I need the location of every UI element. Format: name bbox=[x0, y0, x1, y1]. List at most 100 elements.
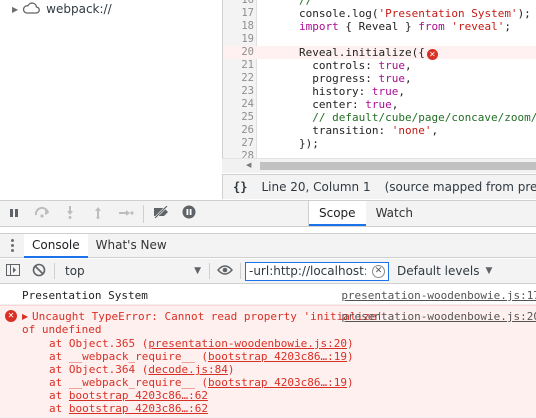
sidebar-toggle-icon bbox=[6, 263, 20, 279]
line-number[interactable]: 27 bbox=[223, 137, 254, 150]
line-number[interactable]: 23 bbox=[223, 85, 254, 98]
line-number[interactable]: 25 bbox=[223, 111, 254, 124]
pause-on-exceptions-button[interactable] bbox=[175, 201, 203, 226]
clear-filter-icon[interactable]: ✕ bbox=[372, 264, 385, 278]
drawer-menu-icon[interactable] bbox=[0, 239, 24, 252]
line-number[interactable]: 19 bbox=[223, 33, 254, 46]
stack-frame: at bootstrap 4203c86…:62 bbox=[49, 402, 208, 415]
scroll-left-icon[interactable]: ◀ bbox=[246, 161, 251, 169]
source-mapped-link[interactable]: (source mapped from presentation-woodenb… bbox=[385, 180, 536, 194]
expand-error-icon[interactable]: ▶ bbox=[22, 312, 28, 321]
code-line[interactable]: 26 transition: 'none', bbox=[223, 124, 536, 137]
stack-frame-link[interactable]: bootstrap 4203c86…:62 bbox=[69, 402, 208, 415]
code-line[interactable]: 23 history: true, bbox=[223, 85, 536, 98]
stack-frame: at Object.364 (decode.js:84) bbox=[49, 363, 235, 376]
step-into-button[interactable] bbox=[56, 201, 84, 226]
error-text-cont: of undefined bbox=[22, 323, 102, 336]
live-expression-button[interactable] bbox=[212, 259, 238, 283]
step-button[interactable] bbox=[112, 201, 140, 226]
code-text: // default/cube/page/concave/zoom/ bbox=[299, 111, 536, 124]
tree-item-webpack[interactable]: ▶ webpack:// bbox=[12, 0, 112, 18]
tab-scope[interactable]: Scope bbox=[309, 201, 366, 226]
line-number[interactable]: 21 bbox=[223, 59, 254, 72]
stack-frame: at __webpack_require__ (bootstrap 4203c8… bbox=[49, 376, 354, 389]
dropdown-arrow-icon: ▼ bbox=[485, 266, 493, 276]
code-line[interactable]: 24 center: true, bbox=[223, 98, 536, 111]
line-number[interactable]: 26 bbox=[223, 124, 254, 137]
dropdown-arrow-icon: ▼ bbox=[194, 266, 201, 276]
stack-frame-link[interactable]: presentation-woodenbowie.js:20 bbox=[148, 337, 347, 350]
log-text: Presentation System bbox=[22, 289, 148, 302]
line-number[interactable]: 20 bbox=[223, 46, 254, 59]
console-error-message[interactable]: ✕ ▶ Uncaught TypeError: Cannot read prop… bbox=[0, 305, 536, 418]
editor-horizontal-scrollbar[interactable]: ◀ bbox=[222, 158, 536, 173]
code-text: }); bbox=[299, 137, 319, 150]
pause-icon bbox=[9, 207, 19, 221]
show-sidebar-button[interactable] bbox=[0, 259, 26, 283]
code-line[interactable]: 27}); bbox=[223, 137, 536, 150]
log-levels-dropdown[interactable]: Default levels ▼ bbox=[397, 264, 492, 278]
tab-watch[interactable]: Watch bbox=[366, 201, 423, 226]
levels-label: Default levels bbox=[397, 264, 480, 278]
code-text: controls: true, bbox=[299, 59, 412, 72]
error-source-link[interactable]: presentation-woodenbowie.js:20 bbox=[341, 310, 536, 323]
line-number[interactable]: 24 bbox=[223, 98, 254, 111]
code-line[interactable]: 20 Reveal.initialize({✕ bbox=[223, 46, 536, 60]
stack-frame-link[interactable]: decode.js:84 bbox=[148, 363, 227, 376]
drawer-tabbar: Console What's New bbox=[0, 233, 536, 258]
filter-field[interactable] bbox=[246, 264, 366, 278]
clear-icon bbox=[32, 263, 46, 280]
line-number[interactable]: 17 bbox=[223, 7, 254, 20]
code-line[interactable]: 22 progress: true, bbox=[223, 72, 536, 85]
stack-frame-link[interactable]: bootstrap 4203c86…:19 bbox=[208, 350, 347, 363]
deactivate-breakpoints-button[interactable] bbox=[147, 201, 175, 226]
code-text: progress: true, bbox=[299, 72, 412, 85]
stack-frame: at Object.365 (presentation-woodenbowie.… bbox=[49, 337, 354, 350]
console-messages: Presentation System presentation-woodenb… bbox=[0, 285, 536, 418]
line-number[interactable]: 22 bbox=[223, 72, 254, 85]
code-text: center: true, bbox=[299, 98, 399, 111]
step-out-button[interactable] bbox=[84, 201, 112, 226]
console-toolbar: top ▼ ✕ Default levels ▼ bbox=[0, 259, 536, 284]
tab-console[interactable]: Console bbox=[24, 233, 88, 258]
step-into-icon bbox=[65, 205, 75, 222]
code-text: history: true, bbox=[299, 85, 405, 98]
code-line[interactable]: 19 bbox=[223, 33, 536, 46]
error-icon: ✕ bbox=[5, 310, 17, 322]
code-line[interactable]: 18 import { Reveal } from 'reveal'; bbox=[223, 20, 536, 33]
deactivate-breakpoints-icon bbox=[152, 205, 170, 221]
source-editor[interactable]: 16 // 17 console.log('Presentation System')… bbox=[222, 0, 536, 173]
step-over-button[interactable] bbox=[28, 201, 56, 226]
context-value: top bbox=[65, 264, 85, 278]
pause-button[interactable] bbox=[0, 201, 28, 226]
toolbar-separator bbox=[240, 263, 241, 279]
scrollbar-thumb[interactable] bbox=[260, 162, 536, 170]
line-number[interactable]: 18 bbox=[223, 20, 254, 33]
expand-arrow-icon[interactable]: ▶ bbox=[12, 5, 18, 14]
code-text: transition: 'none', bbox=[299, 124, 439, 137]
debugger-toolbar bbox=[0, 200, 308, 227]
code-line[interactable]: 16 // bbox=[223, 0, 536, 7]
line-number[interactable]: 16 bbox=[223, 0, 254, 7]
tab-whats-new[interactable]: What's New bbox=[88, 234, 175, 258]
context-selector[interactable]: top ▼ bbox=[57, 264, 207, 278]
log-source-link[interactable]: presentation-woodenbowie.js:17 bbox=[341, 289, 536, 302]
sidebar-tabs: Scope Watch bbox=[308, 200, 536, 227]
console-filter-input[interactable]: ✕ bbox=[245, 261, 389, 281]
cloud-icon bbox=[22, 1, 41, 17]
toolbar-separator bbox=[54, 263, 55, 279]
stack-frame-link[interactable]: bootstrap 4203c86…:62 bbox=[69, 389, 208, 402]
code-line[interactable]: 25 // default/cube/page/concave/zoom/ bbox=[223, 111, 536, 124]
stack-frame-link[interactable]: bootstrap 4203c86…:19 bbox=[208, 376, 347, 389]
clear-console-button[interactable] bbox=[26, 259, 52, 283]
cursor-position: Line 20, Column 1 bbox=[261, 180, 371, 194]
stack-frame: at __webpack_require__ (bootstrap 4203c8… bbox=[49, 350, 354, 363]
pause-on-exceptions-icon bbox=[182, 205, 196, 222]
error-text: Uncaught TypeError: Cannot read property… bbox=[32, 310, 383, 323]
code-text: // bbox=[299, 0, 313, 7]
step-icon bbox=[118, 207, 134, 221]
step-over-icon bbox=[34, 206, 50, 221]
pretty-print-button[interactable]: {} bbox=[233, 180, 247, 194]
code-line[interactable]: 17 console.log('Presentation System'); bbox=[223, 7, 536, 20]
code-line[interactable]: 21 controls: true, bbox=[223, 59, 536, 72]
